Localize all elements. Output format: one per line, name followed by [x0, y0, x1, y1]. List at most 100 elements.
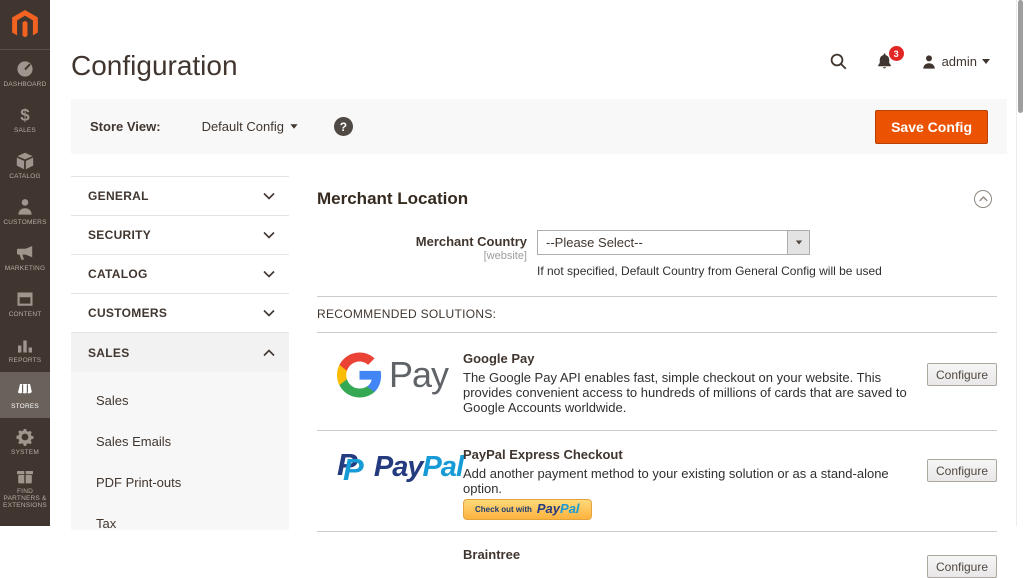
header-actions: 3 admin: [829, 46, 990, 71]
config-nav-customers[interactable]: CUSTOMERS: [71, 294, 289, 333]
config-nav-label: CUSTOMERS: [88, 306, 168, 320]
select-dropdown-button[interactable]: [787, 231, 809, 254]
config-nav-general[interactable]: GENERAL: [71, 177, 289, 216]
sidebar-item-system[interactable]: SYSTEM: [0, 418, 50, 464]
customers-icon: [18, 198, 32, 215]
merchant-country-label: Merchant Country: [415, 234, 527, 249]
page-container: Configuration 3 admin Store View: Defaul…: [50, 0, 1024, 578]
recommended-solutions-label: RECOMMENDED SOLUTIONS:: [317, 307, 497, 321]
google-g-icon: [337, 352, 382, 398]
sidebar-item-content[interactable]: CONTENT: [0, 280, 50, 326]
sidebar-item-reports[interactable]: REPORTS: [0, 326, 50, 372]
sidebar-item-label: SALES: [14, 126, 36, 134]
dashboard-icon: [17, 60, 33, 77]
sales-icon: $: [20, 105, 30, 124]
sidebar-item-label: SYSTEM: [11, 448, 39, 456]
merchant-country-label-block: Merchant Country [website]: [317, 230, 527, 278]
main-content: Merchant Location Merchant Country [webs…: [317, 176, 997, 578]
store-view-label: Store View:: [90, 119, 161, 134]
store-view-switcher[interactable]: Default Config: [202, 119, 298, 134]
sidebar-item-stores[interactable]: STORES: [0, 372, 50, 418]
chevron-down-icon: [263, 231, 275, 239]
system-icon: [16, 428, 34, 446]
config-section-nav: GENERAL SECURITY CATALOG CUSTOMERS SALES…: [71, 176, 289, 531]
save-config-button[interactable]: Save Config: [875, 109, 988, 144]
section-title: Merchant Location: [317, 189, 469, 208]
sidebar-item-label: CONTENT: [8, 310, 42, 318]
reports-icon: [18, 340, 32, 352]
admin-user-name: admin: [941, 54, 977, 69]
solution-title: Google Pay: [463, 351, 535, 366]
marketing-icon: [17, 245, 33, 260]
chevron-down-icon: [290, 124, 298, 129]
configure-google-pay-button[interactable]: Configure: [927, 363, 997, 386]
config-nav-subitem-tax[interactable]: Tax: [71, 503, 289, 544]
google-pay-logo: Pay: [317, 351, 463, 398]
config-nav-security[interactable]: SECURITY: [71, 216, 289, 255]
sidebar-item-customers[interactable]: CUSTOMERS: [0, 188, 50, 234]
checkout-brand-pal: Pal: [560, 501, 580, 516]
search-button[interactable]: [829, 52, 848, 71]
config-nav-subitem-sales-emails[interactable]: Sales Emails: [71, 421, 289, 462]
checkout-brand-pay: Pay: [536, 501, 561, 516]
notifications-button[interactable]: 3: [875, 46, 904, 71]
vertical-scrollbar[interactable]: [1016, 0, 1024, 526]
configure-paypal-button[interactable]: Configure: [927, 459, 997, 482]
magento-logo[interactable]: [0, 0, 50, 50]
merchant-country-selected-value: --Please Select--: [546, 235, 643, 250]
chevron-down-icon: [263, 270, 275, 278]
chevron-down-icon: [795, 240, 802, 245]
merchant-country-scope: [website]: [483, 250, 527, 262]
store-view-toolbar: Store View: Default Config ? Save Config: [71, 99, 1007, 154]
solution-title: PayPal Express Checkout: [463, 447, 623, 462]
paypal-checkout-button-image: Check out with PayPal: [463, 499, 592, 520]
merchant-country-note: If not specified, Default Country from G…: [537, 264, 882, 278]
store-view-value: Default Config: [201, 119, 284, 134]
sidebar-item-sales[interactable]: $ SALES: [0, 96, 50, 142]
paypal-logo-text-pal: Pal: [422, 451, 464, 483]
solution-row-braintree: Braintree Configure: [317, 532, 997, 578]
config-nav-sales[interactable]: SALES: [71, 333, 289, 372]
sidebar-item-find-partners-extensions[interactable]: FIND PARTNERS & EXTENSIONS: [0, 464, 50, 510]
config-nav-subitem-pdf-print-outs[interactable]: PDF Print-outs: [71, 462, 289, 503]
solution-title: Braintree: [463, 547, 521, 562]
sidebar-item-catalog[interactable]: CATALOG: [0, 142, 50, 188]
solution-row-google-pay: Pay Google Pay The Google Pay API enable…: [317, 333, 997, 430]
sidebar-item-dashboard[interactable]: DASHBOARD: [0, 50, 50, 96]
help-icon[interactable]: ?: [333, 117, 353, 136]
google-pay-logo-text: Pay: [389, 354, 449, 395]
chevron-down-icon: [263, 309, 275, 317]
sidebar-item-label: CATALOG: [9, 172, 41, 180]
solution-row-paypal: PP PayPal PayPal Express Checkout Add an…: [317, 431, 997, 531]
config-nav-subitem-sales[interactable]: Sales: [71, 380, 289, 421]
catalog-icon: [16, 152, 34, 169]
page-title: Configuration: [71, 50, 238, 81]
admin-sidebar: DASHBOARD $ SALES CATALOG CUSTOMERS MARK…: [0, 0, 50, 526]
merchant-country-select[interactable]: --Please Select--: [537, 230, 810, 255]
sidebar-item-marketing[interactable]: MARKETING: [0, 234, 50, 280]
sidebar-item-label: MARKETING: [4, 264, 46, 272]
sidebar-item-label: DASHBOARD: [3, 80, 47, 88]
chevron-up-icon: [263, 348, 275, 357]
config-nav-catalog[interactable]: CATALOG: [71, 255, 289, 294]
paypal-logo-text-pay: Pay: [373, 451, 424, 483]
merchant-location-header: Merchant Location: [317, 189, 997, 209]
chevron-up-icon: [978, 196, 988, 202]
paypal-logo: PP PayPal: [317, 447, 464, 489]
config-nav-sales-sublist: Sales Sales Emails PDF Print-outs Tax: [71, 372, 289, 531]
paypal-monogram-icon: PP: [337, 447, 364, 487]
svg-text:$: $: [20, 105, 30, 124]
admin-user-menu[interactable]: admin: [921, 54, 990, 70]
sidebar-item-label: STORES: [11, 402, 39, 410]
divider: [317, 296, 997, 297]
scrollbar-thumb[interactable]: [1018, 0, 1023, 113]
notification-count-badge: 3: [888, 46, 904, 61]
chevron-down-icon: [982, 59, 990, 64]
solution-description: Add another payment method to your exist…: [463, 466, 889, 496]
merchant-country-field-row: Merchant Country [website] --Please Sele…: [317, 230, 997, 278]
configure-braintree-button[interactable]: Configure: [927, 555, 997, 578]
search-icon: [830, 53, 847, 70]
stores-icon: [17, 383, 32, 393]
collapse-section-button[interactable]: [974, 190, 992, 208]
config-nav-label: SALES: [88, 345, 130, 360]
